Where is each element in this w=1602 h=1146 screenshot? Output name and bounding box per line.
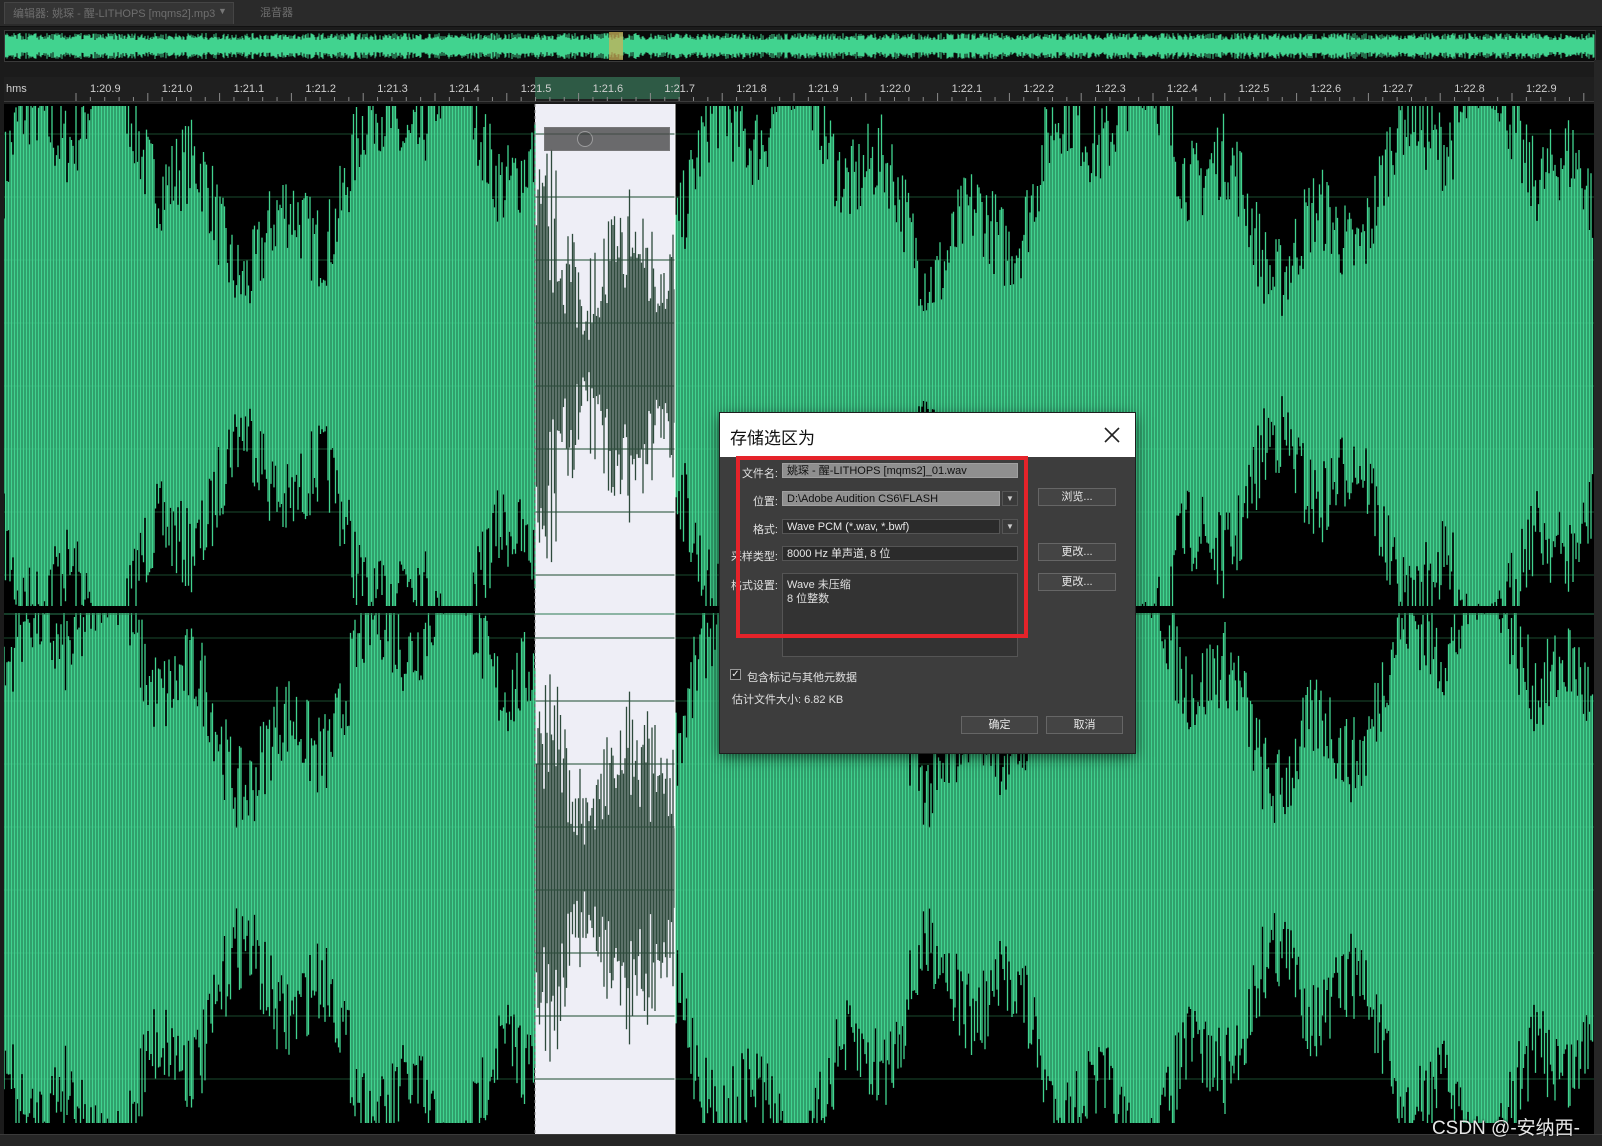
location-dropdown-icon[interactable]: ▼ (1002, 491, 1018, 506)
format-label: 格式: (752, 524, 778, 536)
ok-button[interactable]: 确定 (961, 716, 1038, 734)
tab-mixer-label: 混音器 (260, 7, 293, 19)
estimated-file-size: 估计文件大小: 6.82 KB (732, 694, 844, 706)
tab-editor-label: 编辑器: 姚琛 - 醒-LITHOPS [mqms2].mp3 (13, 8, 216, 20)
save-selection-dialog: 存储选区为 文件名: 姚琛 - 醒-LITHOPS [mqms2]_01.wav… (720, 413, 1135, 753)
format-settings-label: 格式设置: (730, 580, 778, 592)
change-format-settings-button[interactable]: 更改... (1038, 573, 1116, 591)
sample-type-label: 采样类型: (730, 551, 778, 563)
overview-viewport[interactable] (609, 32, 623, 60)
sample-type-value: 8000 Hz 单声道, 8 位 (782, 546, 1018, 561)
include-markers-checkbox[interactable]: ✓ (730, 669, 741, 680)
tab-editor[interactable]: 编辑器: 姚琛 - 醒-LITHOPS [mqms2].mp3 (4, 2, 234, 24)
chevron-down-icon[interactable]: ▼ (218, 6, 227, 16)
ruler-ticks (75, 93, 1585, 101)
format-select[interactable]: Wave PCM (*.wav, *.bwf) (782, 519, 1000, 534)
time-ruler[interactable]: hms 1:20.9 1:21.0 1:21.1 1:21.2 1:21.3 1:21.4… (4, 77, 1594, 102)
format-settings-box: Wave 未压缩 8 位整数 (782, 573, 1018, 657)
hud-volume-panel[interactable] (544, 127, 670, 151)
volume-knob-icon[interactable] (577, 131, 593, 147)
overview-waveform (4, 32, 1595, 60)
tab-mixer[interactable]: 混音器 (252, 2, 312, 24)
format-dropdown-icon[interactable]: ▼ (1002, 519, 1018, 534)
change-sample-type-button[interactable]: 更改... (1038, 543, 1116, 561)
close-icon[interactable] (1099, 422, 1125, 448)
document-tab-bar: 编辑器: 姚琛 - 醒-LITHOPS [mqms2].mp3 ▼ 混音器 (0, 0, 1602, 27)
location-select[interactable]: D:\Adobe Audition CS6\FLASH (782, 491, 1000, 506)
vertical-amplitude-scrollbar[interactable] (1594, 60, 1602, 1134)
format-settings-line1: Wave 未压缩 (787, 579, 851, 591)
filename-label: 文件名: (741, 468, 778, 480)
dialog-title: 存储选区为 (730, 429, 815, 448)
dialog-titlebar: 存储选区为 (720, 413, 1135, 457)
format-settings-line2: 8 位整数 (787, 593, 830, 605)
location-label: 位置: (752, 496, 778, 508)
include-markers-label: 包含标记与其他元数据 (747, 672, 857, 684)
horizontal-scrollbar[interactable] (0, 1134, 1602, 1146)
filename-input[interactable]: 姚琛 - 醒-LITHOPS [mqms2]_01.wav (782, 463, 1018, 478)
browse-button[interactable]: 浏览... (1038, 488, 1116, 506)
watermark: CSDN @-安纳西- (1431, 1118, 1580, 1139)
waveform-overview[interactable] (4, 30, 1596, 62)
cancel-button[interactable]: 取消 (1046, 716, 1123, 734)
